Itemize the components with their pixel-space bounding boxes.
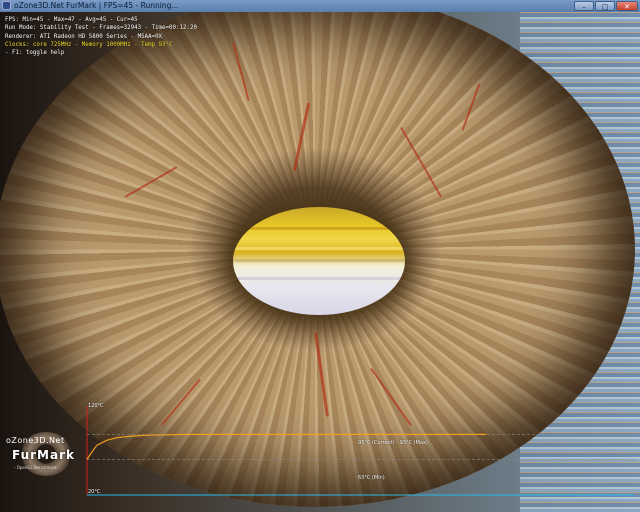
graph-min-label: 63°C (Min): [358, 475, 385, 481]
pupil: [233, 207, 405, 315]
hud-overlay: FPS: Min=45 - Max=47 - Avg=45 - Cur=45 R…: [5, 16, 197, 57]
logo-subtitle: - OpenGL Benchmark -: [14, 465, 60, 470]
graph-data-point: [236, 433, 238, 435]
window-title: oZone3D.Net FurMark | FPS=45 - Running..…: [14, 1, 179, 10]
graph-data-point: [146, 434, 148, 436]
renderer-info: Renderer: ATI Radeon HD 5800 Series - MS…: [5, 33, 163, 40]
close-button[interactable]: ✕: [616, 1, 638, 11]
graph-current-max-label: 93°C (Current) - 93°C (Max): [358, 440, 428, 446]
temperature-graph: 120°C 20°C 93°C (Current) - 93°C (Max) 6…: [86, 402, 635, 500]
logo-furmark-text: FurMark: [12, 448, 75, 462]
graph-data-point: [96, 444, 98, 446]
graph-data-point: [286, 433, 287, 435]
fps-stats: FPS: Min=45 - Max=47 - Avg=45 - Cur=45: [5, 17, 138, 23]
graph-data-point: [106, 439, 108, 441]
minimize-button[interactable]: –: [574, 1, 594, 11]
logo-ozone3d-text: oZone3D.Net: [6, 436, 65, 445]
graph-data-point: [166, 434, 168, 436]
graph-series-line-0: [86, 433, 486, 460]
run-mode-stats: Run Mode: Stability Test - Frames=32943 …: [5, 25, 197, 32]
graph-y-max-label: 120°C: [88, 403, 104, 409]
clocks-info: Clocks: core 725MHz - Memory 1000MHz - T…: [5, 41, 173, 48]
furmark-app-icon: [2, 1, 11, 10]
graph-data-point: [86, 458, 88, 460]
graph-data-point: [91, 451, 93, 453]
graph-data-point: [485, 433, 487, 435]
help-hint: - F1: toggle help: [5, 50, 65, 57]
graph-y-min-label: 20°C: [88, 489, 101, 495]
furmark-logo: oZone3D.Net FurMark - OpenGL Benchmark -: [4, 432, 84, 502]
graph-data-point: [186, 433, 188, 435]
maximize-button[interactable]: □: [595, 1, 615, 11]
temperature-graph-svg: [86, 406, 634, 496]
graph-data-point: [385, 433, 387, 435]
graph-data-point: [131, 435, 133, 437]
graph-data-point: [116, 437, 118, 439]
window-titlebar[interactable]: oZone3D.Net FurMark | FPS=45 - Running..…: [0, 0, 640, 12]
